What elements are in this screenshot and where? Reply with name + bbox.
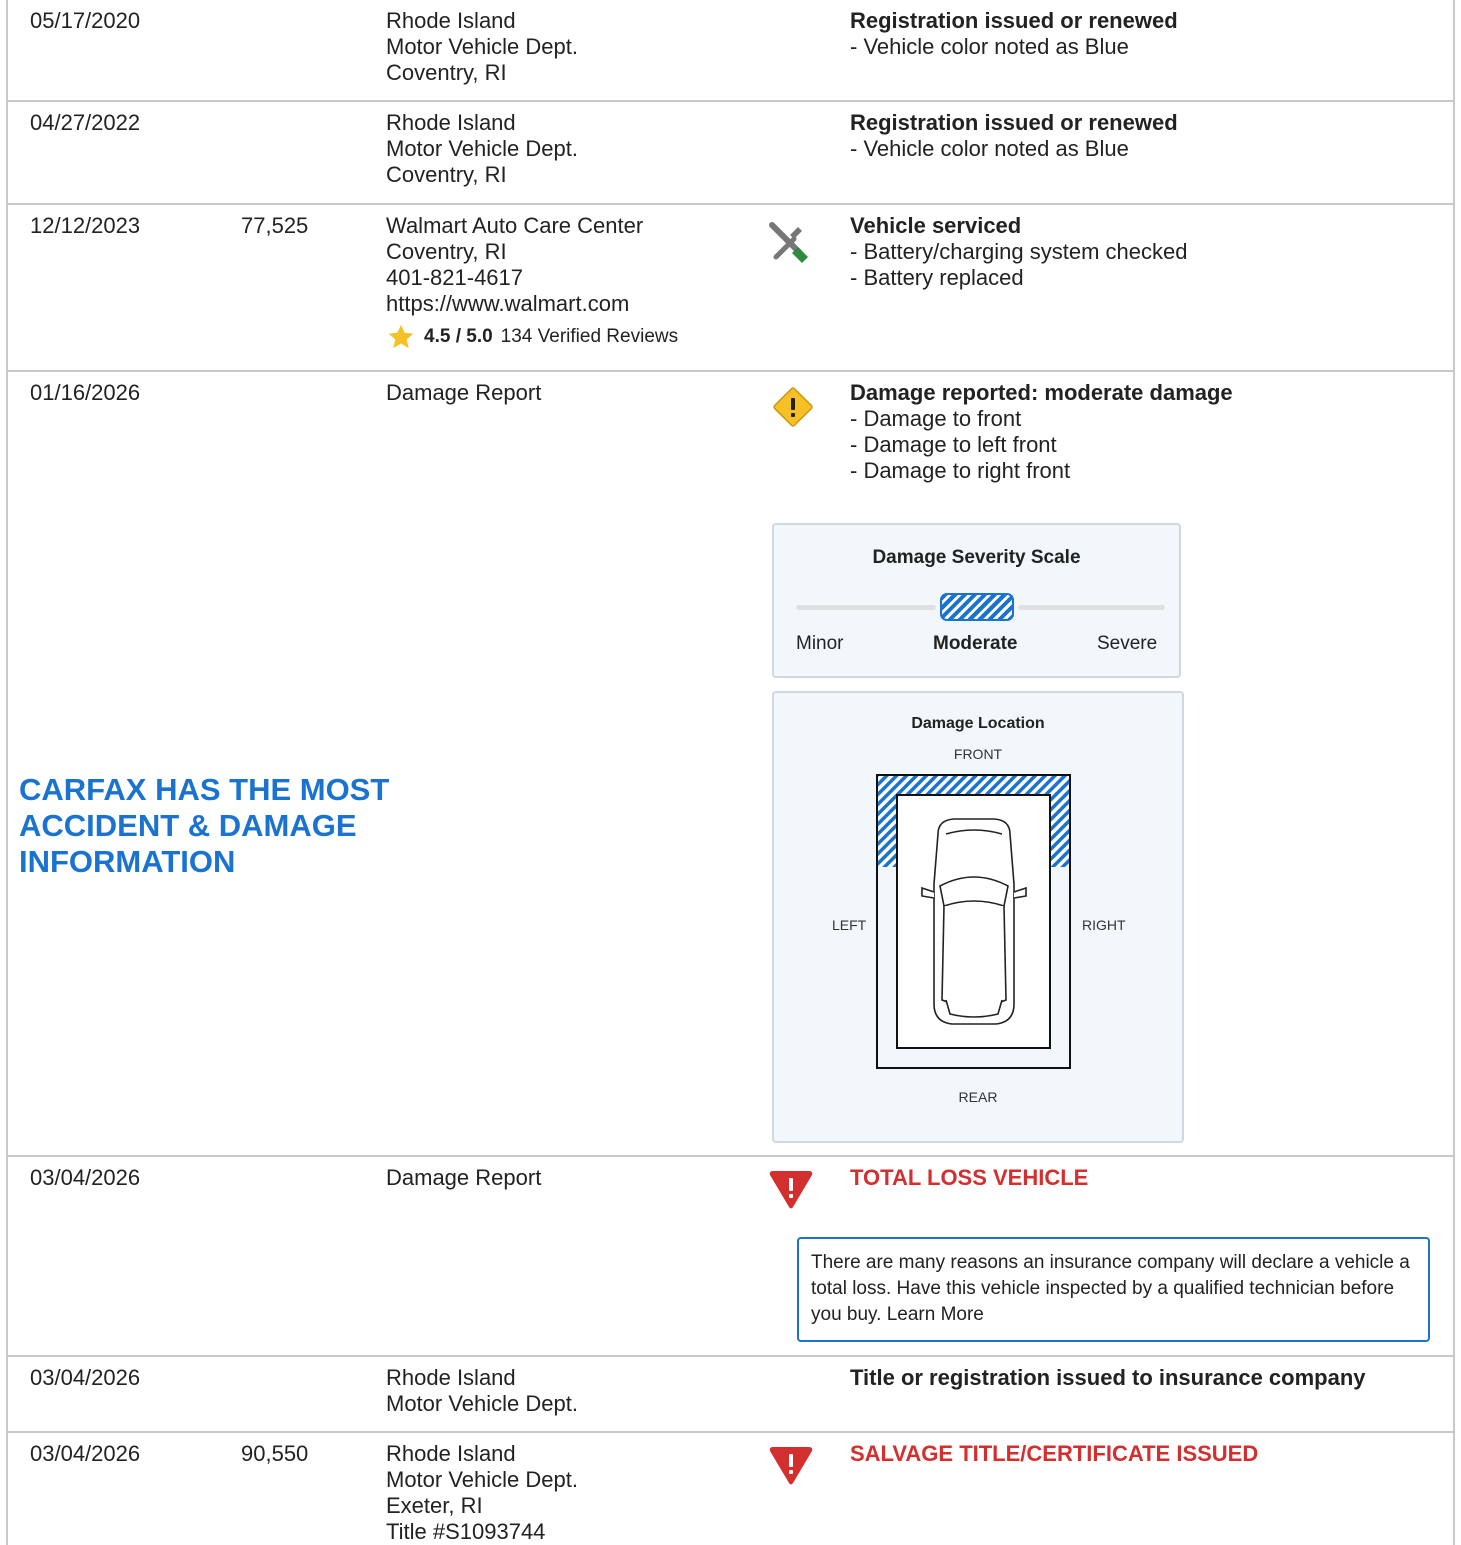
rating-reviews: 134 Verified Reviews bbox=[500, 326, 679, 347]
star-icon bbox=[388, 324, 414, 349]
severity-severe-label: Severe bbox=[1097, 633, 1158, 654]
website-link[interactable]: https://www.walmart.com bbox=[386, 291, 678, 317]
row-comments: Registration issued or renewed - Vehicle… bbox=[850, 110, 1178, 161]
row-source: Damage Report bbox=[386, 1165, 542, 1190]
history-row: 01/16/2026 Damage Report Damage reported… bbox=[6, 372, 1455, 1157]
row-comments: SALVAGE TITLE/CERTIFICATE ISSUED bbox=[850, 1441, 1259, 1466]
row-source: Rhode Island Motor Vehicle Dept. Coventr… bbox=[386, 110, 578, 187]
damage-zone-front bbox=[877, 775, 1070, 795]
row-comments: Registration issued or renewed - Vehicle… bbox=[850, 8, 1178, 59]
row-comments: Vehicle serviced - Battery/charging syst… bbox=[850, 213, 1188, 290]
row-date: 03/04/2026 bbox=[30, 1365, 141, 1390]
row-date: 03/04/2026 bbox=[30, 1441, 141, 1466]
history-row: 04/27/2022 Rhode Island Motor Vehicle De… bbox=[6, 102, 1455, 205]
location-title: Damage Location bbox=[911, 715, 1045, 732]
row-source: Damage Report bbox=[386, 380, 542, 405]
severity-minor-label: Minor bbox=[796, 633, 844, 654]
severity-track bbox=[796, 605, 936, 610]
row-date: 05/17/2020 bbox=[30, 8, 141, 33]
location-rear-label: REAR bbox=[958, 1089, 998, 1105]
total-loss-notice[interactable]: There are many reasons an insurance comp… bbox=[797, 1237, 1430, 1342]
row-date: 01/16/2026 bbox=[30, 380, 141, 405]
severity-track bbox=[1018, 605, 1165, 610]
alert-triangle-icon bbox=[768, 1169, 814, 1216]
car-diagram bbox=[876, 774, 1071, 1069]
damage-location-diagram: Damage Location FRONT LEFT RIGHT REAR bbox=[772, 691, 1184, 1143]
row-odometer: 90,550 bbox=[241, 1441, 309, 1466]
damage-zone-left-front bbox=[877, 775, 897, 867]
promo-heading: CARFAX HAS THE MOST ACCIDENT & DAMAGE IN… bbox=[19, 772, 390, 879]
row-date: 12/12/2023 bbox=[30, 213, 141, 238]
severity-title: Damage Severity Scale bbox=[872, 547, 1081, 568]
row-source: Rhode Island Motor Vehicle Dept. Exeter,… bbox=[386, 1441, 578, 1544]
row-source: Rhode Island Motor Vehicle Dept. bbox=[386, 1365, 578, 1416]
damage-zone-right-front bbox=[1050, 775, 1070, 867]
history-row: 03/04/2026 Rhode Island Motor Vehicle De… bbox=[6, 1357, 1455, 1433]
location-right-label: RIGHT bbox=[1082, 917, 1126, 933]
warning-diamond-icon bbox=[770, 384, 816, 435]
rating-score: 4.5 / 5.0 bbox=[424, 326, 493, 347]
alert-triangle-icon bbox=[768, 1445, 814, 1492]
severity-marker bbox=[940, 593, 1014, 621]
damage-severity-scale: Damage Severity Scale Minor Moderate Sev… bbox=[772, 523, 1181, 678]
location-front-label: FRONT bbox=[953, 746, 1003, 762]
severity-moderate-label: Moderate bbox=[933, 633, 1018, 654]
row-source: Walmart Auto Care Center Coventry, RI 40… bbox=[386, 213, 678, 351]
row-comments: Damage reported: moderate damage - Damag… bbox=[850, 380, 1233, 483]
history-row: 05/17/2020 Rhode Island Motor Vehicle De… bbox=[6, 0, 1455, 102]
wrench-screwdriver-icon bbox=[764, 219, 810, 270]
row-source: Rhode Island Motor Vehicle Dept. Coventr… bbox=[386, 8, 578, 85]
rating[interactable]: 4.5 / 5.0 134 Verified Reviews bbox=[386, 323, 678, 351]
row-comments: Title or registration issued to insuranc… bbox=[850, 1365, 1366, 1390]
row-odometer: 77,525 bbox=[241, 213, 309, 238]
row-date: 03/04/2026 bbox=[30, 1165, 141, 1190]
row-comments: TOTAL LOSS VEHICLE bbox=[850, 1165, 1089, 1190]
location-left-label: LEFT bbox=[832, 917, 867, 933]
history-row: 03/04/2026 90,550 Rhode Island Motor Veh… bbox=[6, 1433, 1455, 1545]
history-row: 12/12/2023 77,525 Walmart Auto Care Cent… bbox=[6, 205, 1455, 372]
row-date: 04/27/2022 bbox=[30, 110, 141, 135]
